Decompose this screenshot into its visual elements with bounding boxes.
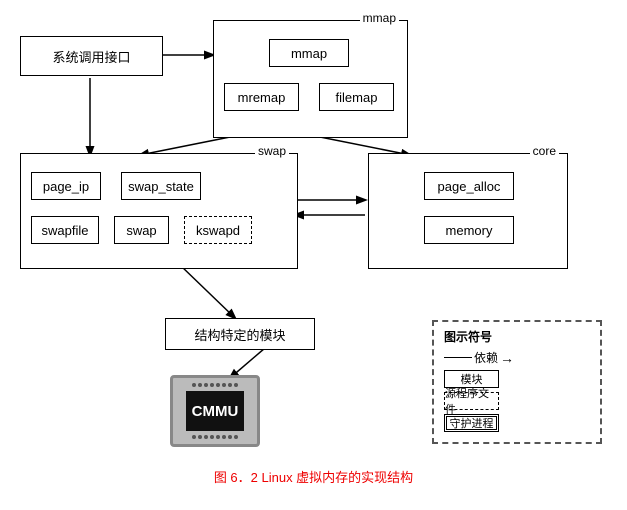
swap-btn: swap [114,216,169,244]
kswapd-btn: kswapd [184,216,252,244]
mmap-group: mmap mmap mremap filemap [213,20,408,138]
filemap-btn: filemap [319,83,394,111]
core-group-label: core [530,144,559,158]
arch-module-box: 结构特定的模块 [165,318,315,350]
page-ip-btn: page_ip [31,172,101,200]
mremap-btn: mremap [224,83,299,111]
memory-btn: memory [424,216,514,244]
swap-state-btn: swap_state [121,172,201,200]
cmmu-chip: CMMU [170,375,260,447]
page-alloc-btn: page_alloc [424,172,514,200]
caption: 图 6．2 Linux 虚拟内存的实现结构 [0,467,627,486]
legend-source: 源程序文件 [444,392,590,410]
swapfile-btn: swapfile [31,216,99,244]
core-group: core page_alloc memory [368,153,568,269]
legend-dependency: 依赖 → [444,349,590,366]
legend-box: 图示符号 依赖 → 模块 源程序文件 守护进程 [432,320,602,444]
syscall-box: 系统调用接口 [20,36,163,76]
swap-group-label: swap [255,144,289,158]
legend-daemon: 守护进程 [444,414,590,432]
swap-group: swap page_ip swap_state swapfile swap ks… [20,153,298,269]
legend-title: 图示符号 [444,328,590,345]
diagram: 系统调用接口 mmap mmap mremap filemap swap pag… [0,0,627,490]
mmap-btn: mmap [269,39,349,67]
cmmu-label: CMMU [186,391,244,431]
mmap-group-label: mmap [360,11,399,25]
